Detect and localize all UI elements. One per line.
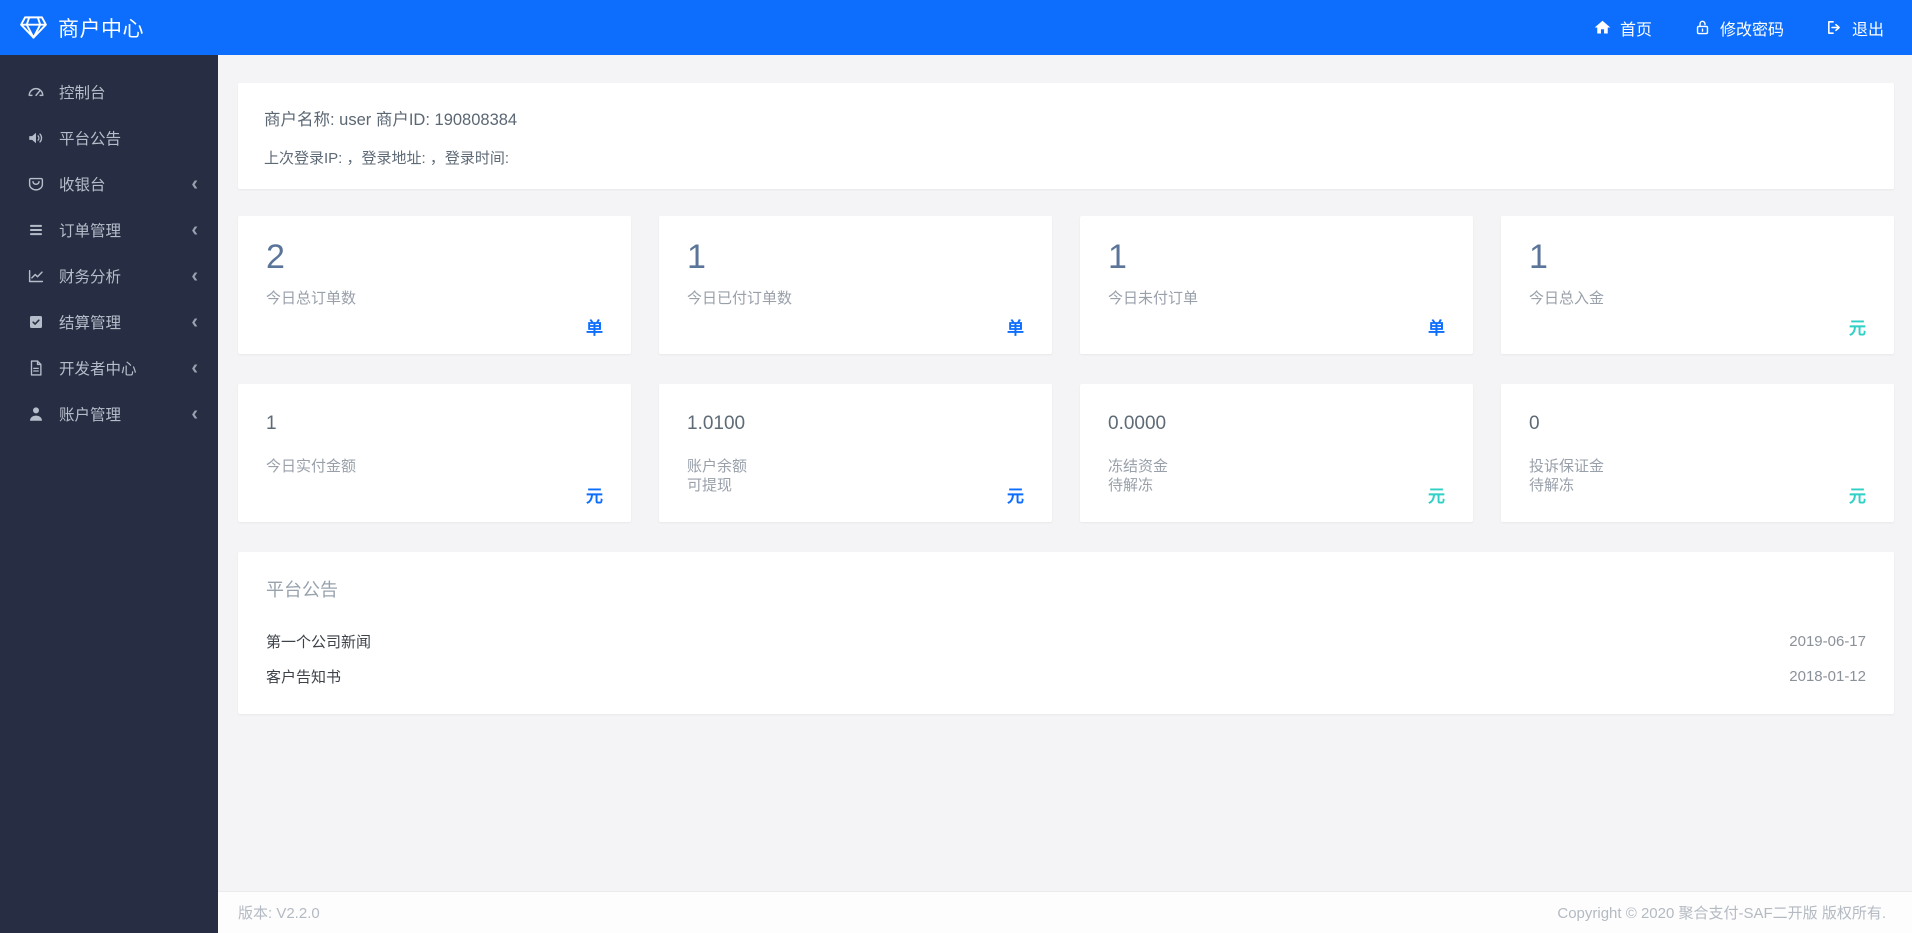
main-area: 商户名称: user 商户ID: 190808384 上次登录IP: ，登录地址…	[218, 55, 1912, 933]
user-icon	[27, 405, 45, 423]
sidebar-item-label: 结算管理	[59, 315, 122, 332]
home-icon	[1594, 19, 1611, 36]
main-content: 商户名称: user 商户ID: 190808384 上次登录IP: ，登录地址…	[218, 55, 1912, 714]
stat-grid-row1: 2 今日总订单数 单 1 今日已付订单数 单 1 今日未付订单 单 1 今日总入…	[238, 216, 1894, 354]
stat-unit: 元	[1007, 487, 1024, 506]
sidebar-item-developer[interactable]: 开发者中心 ‹	[0, 345, 218, 391]
sidebar-item-orders[interactable]: 订单管理 ‹	[0, 207, 218, 253]
stat-card-balance: 1.0100 账户余额 可提现 元	[659, 384, 1052, 522]
stat-card-frozen-funds: 0.0000 冻结资金 待解冻 元	[1080, 384, 1473, 522]
sidebar-item-cashier[interactable]: 收银台 ‹	[0, 161, 218, 207]
stat-value: 2	[266, 238, 285, 276]
stat-unit: 元	[1428, 487, 1445, 506]
merchant-center-app: 商户中心 首页 修改密码 退出 控制台 平台公告 收银台 ‹ 订单管理 ‹ 财务…	[0, 0, 1912, 933]
stat-card-complaint-deposit: 0 投诉保证金 待解冻 元	[1501, 384, 1894, 522]
stat-sublabel: 待解冻	[1529, 477, 1575, 494]
sign-out-icon	[1826, 19, 1843, 36]
sidebar: 控制台 平台公告 收银台 ‹ 订单管理 ‹ 财务分析 ‹ 结算管理 ‹ 开发者中…	[0, 55, 218, 933]
version-label: 版本: V2.2.0	[238, 905, 320, 922]
sidebar-item-dashboard[interactable]: 控制台	[0, 69, 218, 115]
chevron-left-icon: ‹	[191, 403, 198, 425]
nav-logout[interactable]: 退出	[1826, 16, 1884, 40]
orders-icon	[27, 221, 45, 239]
nav-change-password-label: 修改密码	[1719, 21, 1784, 39]
stat-label: 今日总订单数	[266, 290, 357, 307]
copyright-label: Copyright © 2020 聚合支付-SAF二开版 版权所有.	[1557, 905, 1886, 922]
stat-unit: 元	[1849, 487, 1866, 506]
unlock-icon	[1694, 19, 1711, 36]
stat-sublabel: 待解冻	[1108, 477, 1154, 494]
sidebar-item-label: 控制台	[59, 85, 106, 102]
chevron-left-icon: ‹	[191, 219, 198, 241]
chevron-left-icon: ‹	[191, 173, 198, 195]
announcement-item[interactable]: 第一个公司新闻 2019-06-17	[266, 624, 1866, 659]
gem-icon	[20, 16, 47, 39]
stat-card-unpaid-orders: 1 今日未付订单 单	[1080, 216, 1473, 354]
announcement-name[interactable]: 客户告知书	[266, 666, 341, 687]
stat-label: 今日未付订单	[1108, 290, 1199, 307]
stat-value: 1	[1529, 238, 1548, 276]
announcement-date: 2019-06-17	[1789, 633, 1866, 650]
stat-label: 今日已付订单数	[687, 290, 793, 307]
merchant-identity: 商户名称: user 商户ID: 190808384	[264, 111, 518, 129]
announcement-name[interactable]: 第一个公司新闻	[266, 631, 371, 652]
stat-label: 今日总入金	[1529, 290, 1605, 307]
nav-change-password[interactable]: 修改密码	[1694, 16, 1784, 40]
sidebar-item-label: 开发者中心	[59, 361, 137, 378]
nav-home[interactable]: 首页	[1594, 16, 1652, 40]
settlement-icon	[27, 313, 45, 331]
stat-card-total-orders: 2 今日总订单数 单	[238, 216, 631, 354]
merchant-info-card: 商户名称: user 商户ID: 190808384 上次登录IP: ，登录地址…	[238, 83, 1894, 189]
top-nav: 首页 修改密码 退出	[1594, 16, 1884, 40]
stat-label: 冻结资金	[1108, 458, 1169, 475]
announcements-card: 平台公告 第一个公司新闻 2019-06-17 客户告知书 2018-01-12	[238, 552, 1894, 714]
sidebar-item-account[interactable]: 账户管理 ‹	[0, 391, 218, 437]
stat-label: 投诉保证金	[1529, 458, 1605, 475]
stat-unit: 单	[1007, 319, 1024, 338]
developer-icon	[27, 359, 45, 377]
sidebar-item-settlement[interactable]: 结算管理 ‹	[0, 299, 218, 345]
sidebar-item-label: 收银台	[59, 177, 106, 194]
brand-title: 商户中心	[58, 17, 144, 41]
finance-icon	[27, 267, 45, 285]
sidebar-item-label: 订单管理	[59, 223, 122, 240]
stat-label: 今日实付金额	[266, 458, 357, 475]
announcements-title: 平台公告	[266, 580, 338, 600]
stat-card-total-income: 1 今日总入金 元	[1501, 216, 1894, 354]
stat-value: 1	[1108, 238, 1127, 276]
stat-value: 1	[266, 413, 277, 434]
sidebar-item-label: 平台公告	[59, 131, 122, 148]
brand-logo[interactable]: 商户中心	[20, 13, 144, 43]
announcement-item[interactable]: 客户告知书 2018-01-12	[266, 659, 1866, 694]
announcement-icon	[27, 129, 45, 147]
stat-unit: 单	[586, 319, 603, 338]
stat-value: 1.0100	[687, 413, 746, 434]
merchant-last-login: 上次登录IP: ，登录地址: ，登录时间:	[264, 150, 510, 167]
stat-value: 0	[1529, 413, 1540, 434]
sidebar-item-announcements[interactable]: 平台公告	[0, 115, 218, 161]
sidebar-item-finance[interactable]: 财务分析 ‹	[0, 253, 218, 299]
nav-logout-label: 退出	[1851, 21, 1884, 39]
page-footer: 版本: V2.2.0 Copyright © 2020 聚合支付-SAF二开版 …	[218, 891, 1912, 933]
dashboard-icon	[27, 83, 45, 101]
top-header: 商户中心 首页 修改密码 退出	[0, 0, 1912, 55]
sidebar-item-label: 账户管理	[59, 407, 122, 424]
chevron-left-icon: ‹	[191, 311, 198, 333]
stat-card-actual-paid: 1 今日实付金额 元	[238, 384, 631, 522]
stat-unit: 单	[1428, 319, 1445, 338]
cashier-icon	[27, 175, 45, 193]
stat-label: 账户余额	[687, 458, 748, 475]
chevron-left-icon: ‹	[191, 265, 198, 287]
stat-value: 1	[687, 238, 706, 276]
announcement-date: 2018-01-12	[1789, 668, 1866, 685]
stat-sublabel: 可提现	[687, 477, 733, 494]
sidebar-item-label: 财务分析	[59, 269, 122, 286]
stat-grid-row2: 1 今日实付金额 元 1.0100 账户余额 可提现 元 0.0000 冻结资金…	[238, 384, 1894, 522]
stat-unit: 元	[1849, 319, 1866, 338]
chevron-left-icon: ‹	[191, 357, 198, 379]
nav-home-label: 首页	[1619, 21, 1652, 39]
stat-card-paid-orders: 1 今日已付订单数 单	[659, 216, 1052, 354]
stat-value: 0.0000	[1108, 413, 1167, 434]
stat-unit: 元	[586, 487, 603, 506]
